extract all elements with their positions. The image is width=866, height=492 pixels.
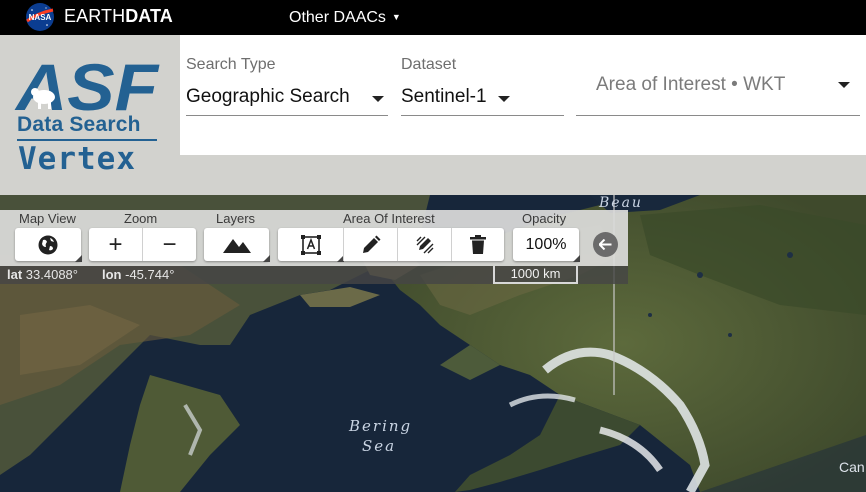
aoi-label: Area Of Interest [343,211,435,226]
field-underline [576,115,860,116]
draw-box-button[interactable] [278,228,344,262]
arrow-left-icon [599,239,612,250]
aoi-tools-group [278,228,504,262]
lat-label: lat [7,267,23,282]
other-daacs-menu[interactable]: Other DAACs ▼ [289,9,401,27]
earthdata-topbar: NASA EARTHDATA Other DAACs ▼ [0,0,866,35]
svg-text:NASA: NASA [29,13,52,22]
zoom-out-button[interactable]: − [142,228,196,261]
aoi-wkt-input[interactable]: Area of Interest • WKT [576,56,860,116]
pencil-icon [362,235,380,253]
opacity-value: 100% [525,235,567,253]
layers-group [204,228,270,262]
edit-shape-icon [416,236,433,253]
globe-icon [38,235,58,254]
dataset-value: Sentinel-1 [401,86,487,107]
dataset-select[interactable]: Dataset Sentinel-1 [401,56,564,116]
dropdown-arrow-icon [498,96,510,102]
zoom-label: Zoom [124,211,158,226]
layers-button[interactable] [204,228,270,262]
field-underline [186,115,388,116]
layers-label: Layers [216,211,256,226]
menu-corner-indicator [75,255,82,262]
map-label-canada: Can [839,459,865,475]
zoom-in-button[interactable]: + [89,228,142,261]
trash-icon [470,235,486,254]
dropdown-arrow-icon [372,96,384,102]
map-label-sea: Sea [362,437,397,455]
header-strip [180,155,866,195]
longitude-readout: lon -45.744° [102,267,174,282]
asf-logo-icon: ASF [14,55,160,113]
brand-light-text: EARTH [64,6,126,26]
asf-logo-panel: ASF Data Search Vertex [0,35,180,195]
lon-label: lon [102,267,122,282]
daacs-label: Other DAACs [289,9,386,26]
search-type-label: Search Type [186,56,276,73]
search-type-value: Geographic Search [186,86,350,107]
svg-text:ASF: ASF [14,55,160,113]
brand-bold-text: DATA [125,6,173,26]
plus-icon: + [108,230,123,258]
map-view-button[interactable] [15,228,82,262]
opacity-button[interactable]: 100% [513,228,580,262]
map-label-bering: Bering [349,417,413,435]
logo-vertex-text: Vertex [18,141,136,177]
opacity-group: 100% [513,228,580,262]
menu-corner-indicator [263,255,270,262]
earthdata-brand[interactable]: EARTHDATA [64,6,173,27]
map-label-beaufort: Beau [599,195,643,211]
lon-value: -45.744° [125,267,175,282]
lat-value: 33.4088° [25,267,78,282]
logo-data-search-text: Data Search [17,113,141,136]
menu-corner-indicator [573,255,580,262]
collapse-toolbar-button[interactable] [593,232,618,257]
dataset-label: Dataset [401,56,457,73]
edit-shape-button[interactable] [397,228,451,261]
scale-bar: 1000 km [493,266,578,284]
search-type-select[interactable]: Search Type Geographic Search [186,56,388,116]
map-view-label: Map View [19,211,76,226]
draw-pencil-button[interactable] [343,228,397,261]
mountains-icon [222,238,251,253]
clear-aoi-button[interactable] [451,228,504,261]
map-toolbar: Map View Zoom Layers Area Of Interest Op… [0,210,628,266]
coordinate-bar: lat 33.4088° lon -45.744° 1000 km [0,266,628,284]
draw-box-icon [300,234,321,255]
map-view-group [15,228,82,262]
minus-icon: − [162,230,177,258]
dropdown-arrow-icon [838,82,850,88]
caret-down-icon: ▼ [391,12,401,22]
field-underline [401,115,564,116]
opacity-label: Opacity [522,211,567,226]
aoi-placeholder: Area of Interest • WKT [596,74,786,95]
vertex-logo[interactable]: ASF Data Search Vertex [14,55,162,177]
latitude-readout: lat 33.4088° [7,267,78,282]
zoom-group: + − [89,228,196,261]
nasa-meatball-icon[interactable]: NASA [24,2,56,32]
